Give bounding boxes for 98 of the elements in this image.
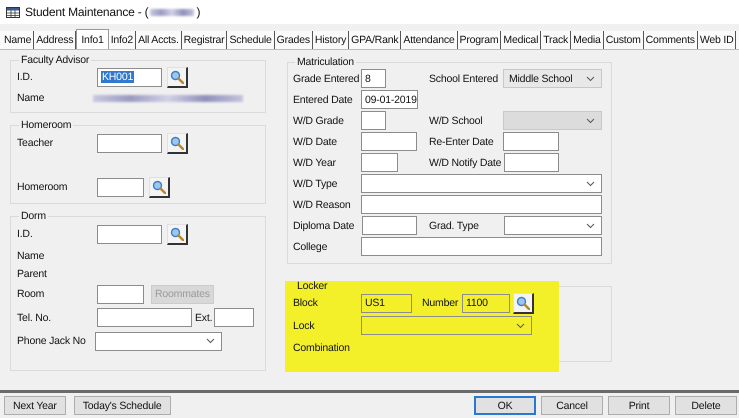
field-label: Name bbox=[17, 250, 46, 262]
chevron-down-icon bbox=[206, 338, 215, 344]
text-field[interactable] bbox=[361, 195, 602, 214]
dropdown[interactable] bbox=[95, 332, 222, 350]
tab[interactable]: Web ID bbox=[698, 31, 736, 49]
tab[interactable]: Schedule bbox=[227, 31, 275, 49]
search-icon bbox=[170, 70, 184, 84]
tab[interactable]: Custom bbox=[604, 31, 644, 49]
lookup-button[interactable] bbox=[167, 224, 188, 244]
text-field[interactable]: US1 bbox=[361, 294, 412, 312]
lookup-button[interactable] bbox=[149, 176, 170, 198]
text-field[interactable] bbox=[504, 153, 559, 172]
tab[interactable]: GPA/Rank bbox=[349, 31, 402, 49]
field-label: W/D Type bbox=[293, 178, 338, 190]
field-label: W/D Reason bbox=[293, 198, 352, 210]
field-label: Number bbox=[422, 297, 460, 309]
field-label: Lock bbox=[293, 320, 316, 332]
field-label: Parent bbox=[17, 268, 48, 280]
field-label: Grad. Type bbox=[429, 220, 480, 232]
field-label: W/D Grade bbox=[293, 114, 345, 126]
text-field[interactable] bbox=[503, 132, 559, 151]
field-label: Ext. bbox=[194, 312, 214, 324]
chevron-down-icon bbox=[586, 118, 595, 124]
dropdown[interactable]: Middle School bbox=[503, 69, 602, 88]
field-label: I.D. bbox=[17, 228, 34, 240]
lookup-button[interactable] bbox=[167, 66, 188, 88]
text-field[interactable] bbox=[97, 134, 162, 152]
footer-button[interactable]: Today's Schedule bbox=[74, 396, 171, 415]
field-label: Re-Enter Date bbox=[429, 136, 495, 148]
field-label: Teacher bbox=[17, 137, 54, 149]
text-field[interactable] bbox=[97, 308, 192, 327]
field-label: Diploma Date bbox=[293, 220, 356, 232]
group-title: Dorm bbox=[20, 210, 47, 222]
text-field[interactable] bbox=[97, 284, 144, 304]
field-label: School Entered bbox=[429, 72, 499, 84]
text-field[interactable] bbox=[362, 216, 417, 235]
chevron-down-icon bbox=[586, 222, 595, 228]
search-icon bbox=[170, 136, 184, 150]
dropdown[interactable] bbox=[361, 174, 602, 193]
lookup-button[interactable] bbox=[513, 292, 534, 314]
text-field[interactable] bbox=[97, 224, 162, 244]
text-field[interactable]: 09-01-2019 bbox=[361, 90, 418, 109]
chevron-down-icon bbox=[586, 180, 595, 186]
tab[interactable]: Grades bbox=[274, 31, 313, 49]
field-label: Combination bbox=[293, 342, 351, 354]
footer-button[interactable]: Cancel bbox=[541, 396, 603, 415]
field-label: Entered Date bbox=[293, 94, 354, 106]
footer-button[interactable]: Delete bbox=[675, 396, 737, 415]
tab[interactable]: Program bbox=[458, 31, 502, 49]
group-title: Faculty Advisor bbox=[20, 54, 90, 66]
footer-button[interactable]: OK bbox=[474, 396, 536, 415]
field-label: I.D. bbox=[17, 71, 34, 83]
window-title: Student Maintenance - ( ) bbox=[25, 5, 200, 19]
text-field[interactable] bbox=[361, 111, 386, 130]
tab[interactable]: Track bbox=[541, 31, 572, 49]
field-label: W/D Date bbox=[293, 136, 338, 148]
tab[interactable]: Name bbox=[2, 31, 34, 49]
field-label: Tel. No. bbox=[17, 312, 52, 324]
text-field[interactable]: 1100 bbox=[462, 294, 510, 312]
field-label: Grade Entered bbox=[293, 72, 360, 84]
text-field[interactable] bbox=[361, 132, 417, 151]
id-field[interactable]: KH001 bbox=[97, 68, 162, 86]
text-field[interactable] bbox=[97, 178, 144, 196]
field-label: W/D Notify Date bbox=[429, 156, 502, 168]
search-icon bbox=[170, 226, 184, 240]
field-label: Phone Jack No bbox=[17, 335, 87, 347]
search-icon bbox=[516, 296, 530, 310]
group-title: Matriculation bbox=[296, 56, 355, 68]
tab[interactable]: All Accts. bbox=[136, 31, 182, 49]
tab[interactable]: Media bbox=[571, 31, 604, 49]
field-label: Homeroom bbox=[17, 181, 68, 193]
tab[interactable]: Comments bbox=[644, 31, 698, 49]
field-label: Name bbox=[17, 92, 46, 104]
field-label: W/D School bbox=[429, 114, 484, 126]
lookup-button[interactable] bbox=[167, 132, 188, 154]
text-field[interactable]: 8 bbox=[361, 69, 386, 88]
tab[interactable]: Attendance bbox=[401, 31, 458, 49]
text-field[interactable] bbox=[361, 237, 602, 256]
tab[interactable]: Medical bbox=[501, 31, 542, 49]
text-field[interactable] bbox=[214, 308, 254, 327]
text-field[interactable] bbox=[361, 153, 398, 172]
tab[interactable]: History bbox=[312, 31, 350, 49]
group-title: Locker bbox=[296, 280, 328, 292]
chevron-down-icon bbox=[516, 322, 525, 328]
group-title: Homeroom bbox=[20, 119, 72, 131]
footer-button[interactable]: Print bbox=[608, 396, 670, 415]
field-label: Block bbox=[293, 297, 319, 309]
dropdown[interactable] bbox=[504, 216, 602, 235]
footer-button[interactable]: Next Year bbox=[4, 396, 66, 415]
table-icon bbox=[6, 6, 20, 18]
tab[interactable]: Info1 bbox=[76, 29, 109, 49]
tab[interactable]: Info2 bbox=[108, 31, 136, 49]
chevron-down-icon bbox=[586, 76, 595, 82]
field-label: W/D Year bbox=[293, 156, 337, 168]
tab[interactable]: Registrar bbox=[182, 31, 228, 49]
field-label: Room bbox=[17, 288, 46, 300]
field-label: College bbox=[293, 240, 328, 252]
search-icon bbox=[152, 180, 166, 194]
